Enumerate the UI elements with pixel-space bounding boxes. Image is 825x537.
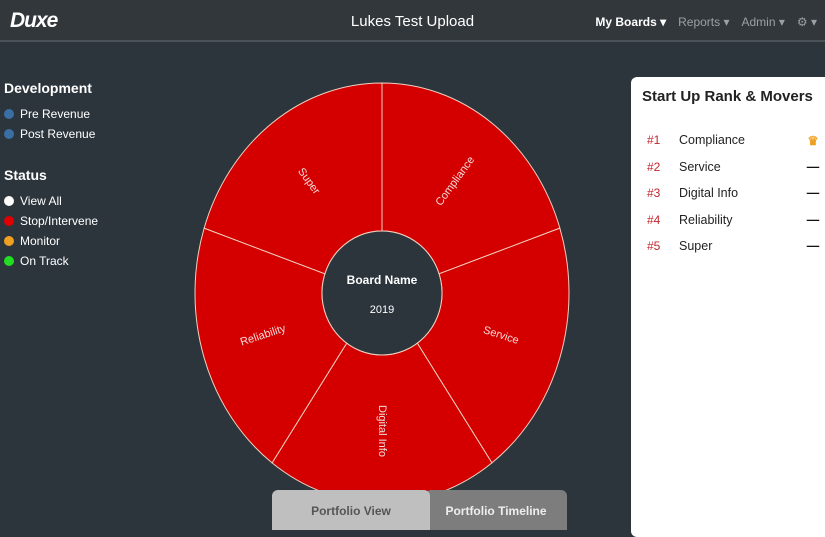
rank-panel: Start Up Rank & Movers #1 Compliance ♛ #2 Se… [631, 77, 825, 537]
rank-number: #4 [647, 212, 661, 227]
rank-number: #2 [647, 159, 661, 174]
rank-name: Reliability [679, 212, 733, 227]
rank-name: Digital Info [679, 186, 739, 200]
rank-row[interactable]: #4 Reliability — [631, 210, 825, 230]
rank-number: #1 [647, 133, 661, 147]
rank-name: Super [679, 239, 713, 253]
rank-number: #5 [647, 239, 661, 253]
board-name: Board Name [347, 273, 418, 287]
rank-row[interactable]: #1 Compliance ♛ [631, 130, 825, 150]
rank-row[interactable]: #2 Service — [631, 157, 825, 177]
dash-icon: — [806, 159, 820, 174]
tab-portfolio-timeline[interactable]: Portfolio Timeline [425, 490, 567, 530]
dash-icon: — [806, 212, 820, 227]
rank-row[interactable]: #3 Digital Info — [631, 183, 825, 203]
rank-title: Start Up Rank & Movers [642, 88, 813, 105]
board-year: 2019 [370, 304, 394, 316]
dash-icon: — [806, 239, 820, 253]
wheel-center[interactable] [321, 230, 443, 356]
rank-name: Compliance [679, 133, 746, 147]
rank-number: #3 [647, 186, 661, 200]
rank-row[interactable]: #5 Super — [631, 236, 825, 256]
rank-name: Service [679, 159, 721, 174]
crown-icon: ♛ [807, 133, 819, 148]
tab-portfolio-view[interactable]: Portfolio View [272, 490, 430, 530]
dash-icon: — [806, 186, 820, 200]
segment-label: Digital Info [376, 405, 388, 457]
